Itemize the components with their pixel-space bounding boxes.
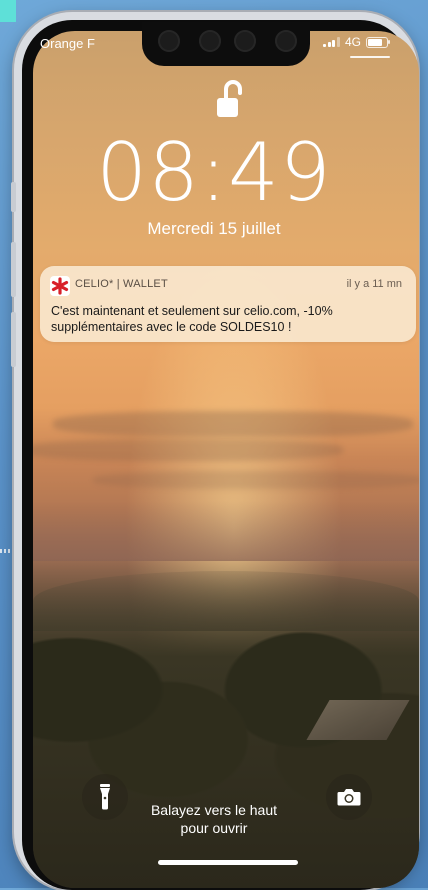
- notification-time: il y a 11 mn: [346, 278, 402, 290]
- background-accent: [0, 0, 16, 22]
- home-indicator[interactable]: [158, 860, 298, 865]
- sensor: [275, 30, 297, 52]
- sensor: [199, 30, 221, 52]
- notch: [142, 22, 310, 66]
- notification-message-line: supplémentaires avec le code SOLDES10 !: [51, 320, 292, 334]
- status-underline: [350, 56, 390, 58]
- cloud-band: [53, 411, 413, 437]
- background-dots: [0, 549, 12, 553]
- front-camera: [158, 30, 180, 52]
- cloud-band: [93, 471, 419, 489]
- carrier-label: Orange F: [40, 36, 95, 51]
- cloud-band: [33, 439, 343, 461]
- celio-star-icon: [50, 276, 70, 296]
- distant-hills: [33, 501, 419, 561]
- notification-app-name: CELIO* | WALLET: [75, 278, 168, 290]
- swipe-hint-line: Balayez vers le haut: [150, 802, 278, 818]
- lock-date: Mercredi 15 juillet: [147, 219, 281, 238]
- status-indicators: 4G: [323, 35, 390, 49]
- battery-icon: [366, 36, 390, 48]
- swipe-to-open-hint: Balayez vers le haut pour ouvrir: [0, 801, 428, 837]
- volume-up-button: [11, 242, 16, 297]
- sensor: [234, 30, 256, 52]
- network-label: 4G: [344, 35, 361, 49]
- lock-time: 08:49: [96, 126, 332, 219]
- volume-down-button: [11, 312, 16, 367]
- notification-card[interactable]: CELIO* | WALLET il y a 11 mn C'est maint…: [40, 266, 416, 342]
- swipe-hint-line: pour ouvrir: [180, 820, 248, 836]
- signal-icon: [323, 37, 340, 47]
- notification-message-line: C'est maintenant et seulement sur celio.…: [51, 304, 333, 318]
- notification-message: C'est maintenant et seulement sur celio.…: [51, 303, 402, 335]
- unlock-icon: [217, 80, 242, 117]
